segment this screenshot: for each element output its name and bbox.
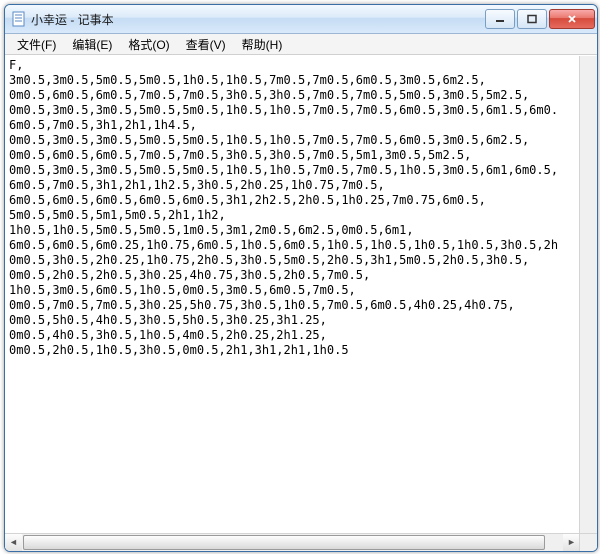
menu-help[interactable]: 帮助(H) bbox=[234, 34, 291, 55]
scroll-right-button[interactable]: ► bbox=[563, 534, 580, 551]
menubar: 文件(F) 编辑(E) 格式(O) 查看(V) 帮助(H) bbox=[5, 34, 597, 55]
maximize-button[interactable] bbox=[517, 9, 547, 29]
notepad-icon bbox=[11, 11, 27, 27]
window-title: 小幸运 - 记事本 bbox=[31, 11, 485, 28]
window-controls bbox=[485, 9, 595, 29]
content-area: F, 3m0.5,3m0.5,5m0.5,5m0.5,1h0.5,1h0.5,7… bbox=[5, 55, 597, 551]
menu-format[interactable]: 格式(O) bbox=[120, 34, 177, 55]
notepad-window: 小幸运 - 记事本 文件(F) 编辑(E) 格式(O) 查看(V) 帮助(H) … bbox=[4, 4, 598, 552]
titlebar[interactable]: 小幸运 - 记事本 bbox=[5, 5, 597, 34]
menu-file[interactable]: 文件(F) bbox=[9, 34, 64, 55]
scroll-corner bbox=[579, 533, 597, 551]
horizontal-scrollbar[interactable]: ◄ ► bbox=[5, 533, 580, 551]
chevron-left-icon: ◄ bbox=[9, 538, 18, 547]
scroll-thumb[interactable] bbox=[23, 535, 545, 550]
menu-view[interactable]: 查看(V) bbox=[178, 34, 234, 55]
scroll-left-button[interactable]: ◄ bbox=[5, 534, 22, 551]
menu-edit[interactable]: 编辑(E) bbox=[64, 34, 120, 55]
chevron-right-icon: ► bbox=[567, 538, 576, 547]
vertical-scrollbar[interactable] bbox=[579, 56, 597, 534]
scroll-track[interactable] bbox=[22, 534, 563, 551]
text-editor[interactable]: F, 3m0.5,3m0.5,5m0.5,5m0.5,1h0.5,1h0.5,7… bbox=[5, 56, 597, 551]
close-button[interactable] bbox=[549, 9, 595, 29]
minimize-button[interactable] bbox=[485, 9, 515, 29]
